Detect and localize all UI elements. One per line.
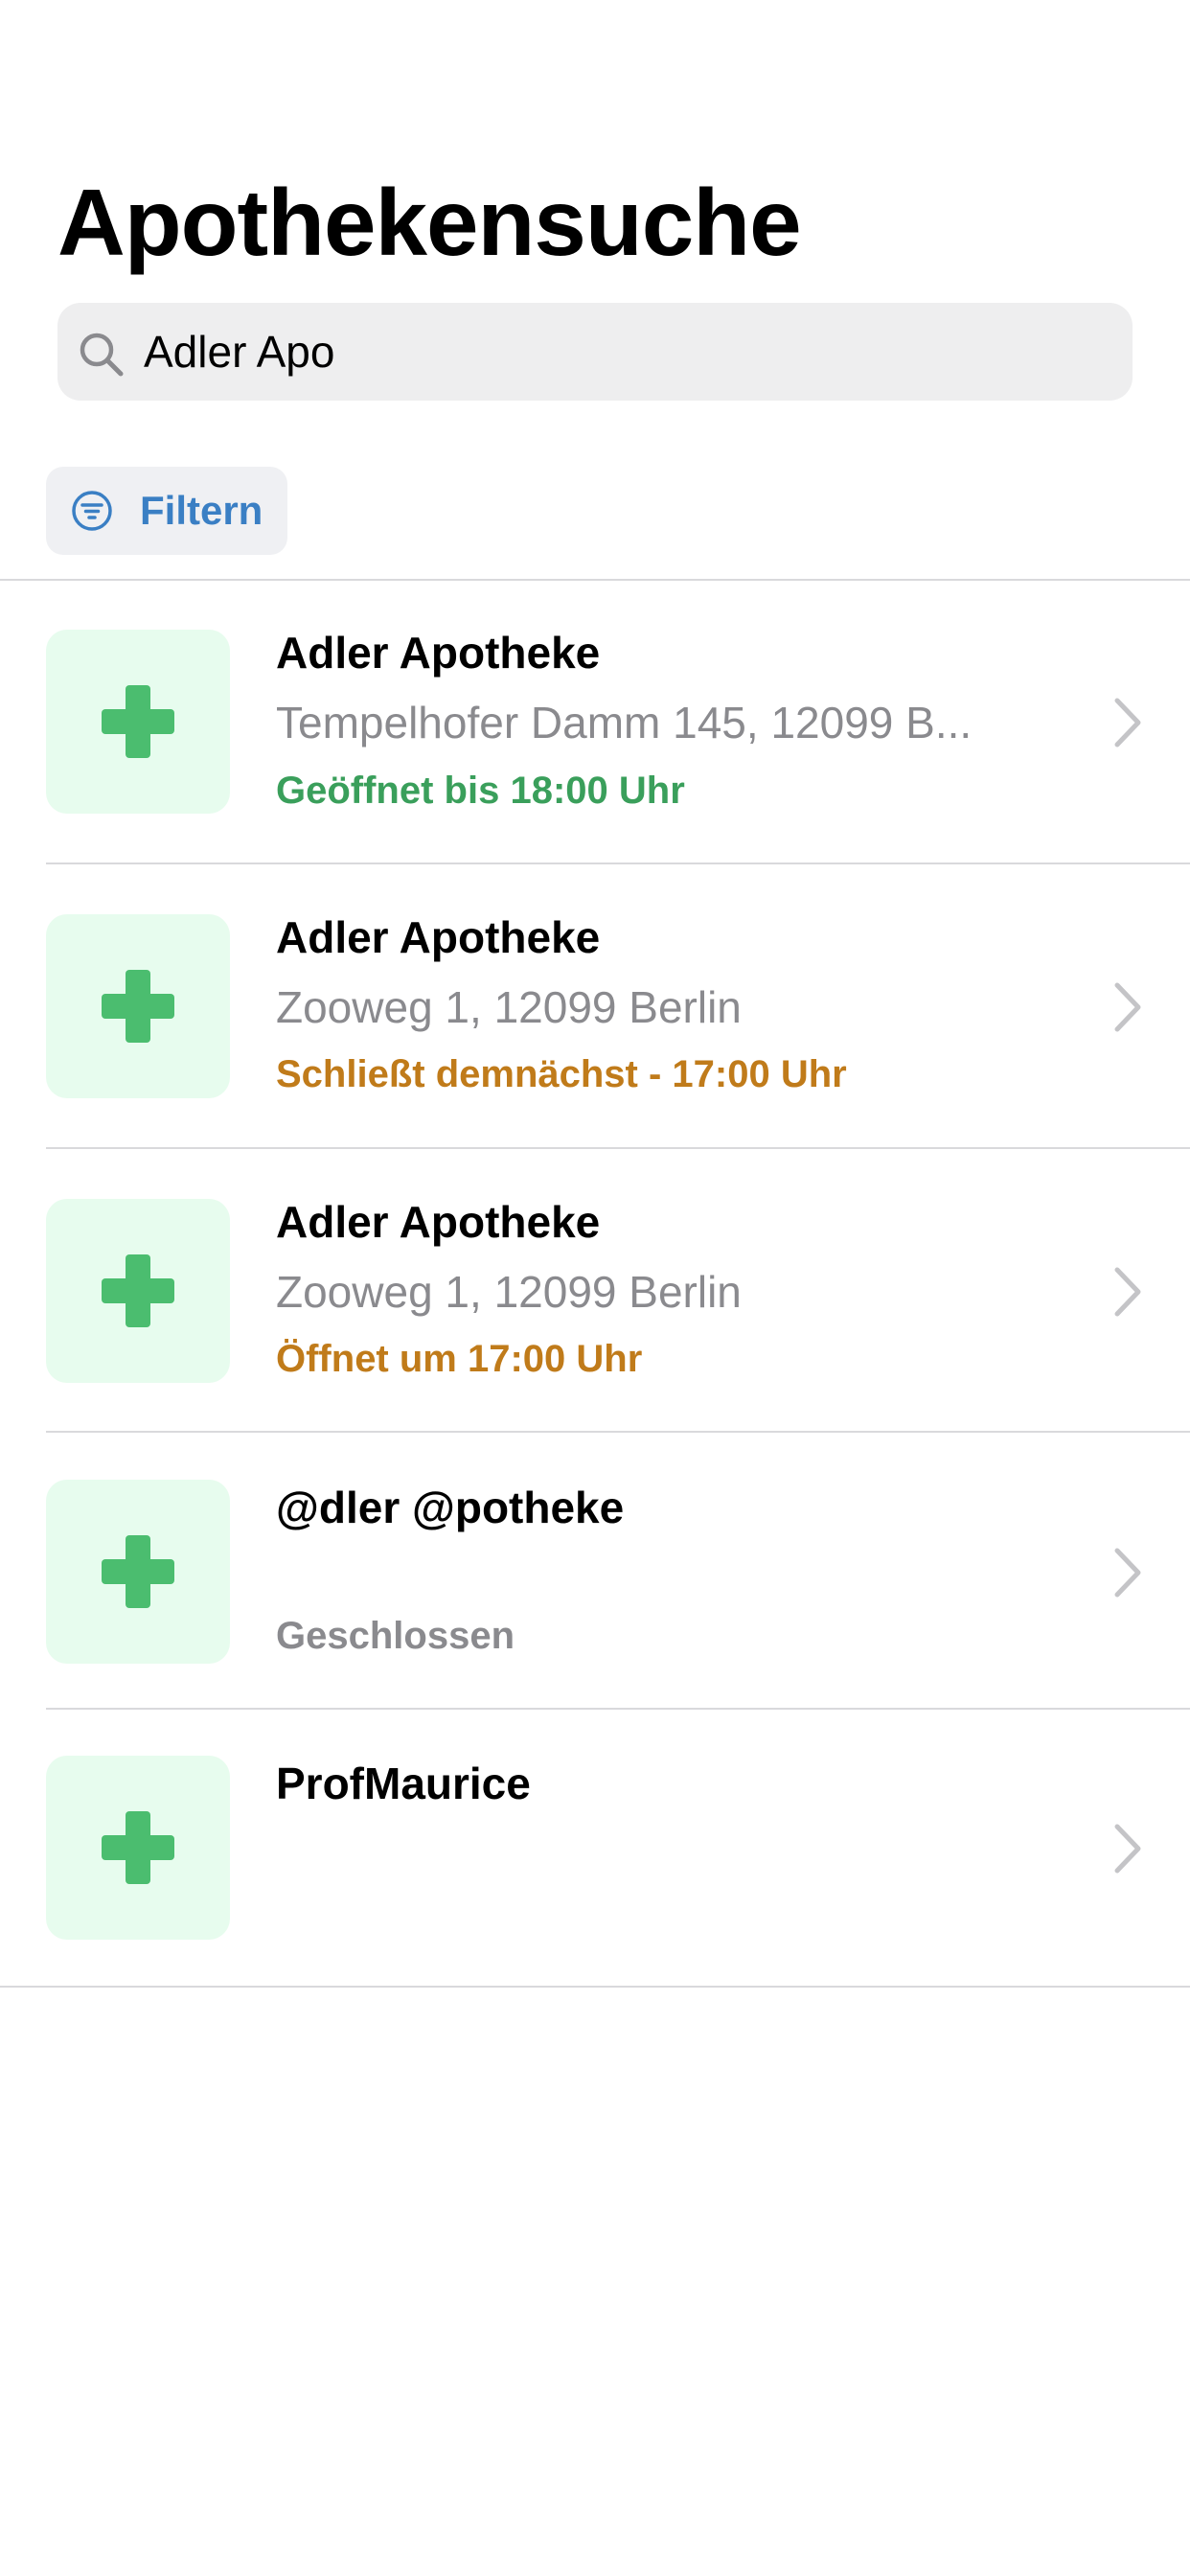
pharmacy-row[interactable]: Adler Apotheke Zooweg 1, 12099 Berlin Öf… <box>0 1149 1190 1433</box>
pharmacy-thumbnail <box>46 1480 230 1664</box>
pharmacy-thumbnail <box>46 1199 230 1383</box>
pharmacy-row[interactable]: ProfMaurice <box>0 1710 1190 1988</box>
pharmacy-row[interactable]: Adler Apotheke Zooweg 1, 12099 Berlin Sc… <box>0 864 1190 1149</box>
pharmacy-name: Adler Apotheke <box>276 912 601 962</box>
pharmacy-row[interactable]: @dler @potheke Geschlossen <box>0 1433 1190 1710</box>
pharmacy-name: Adler Apotheke <box>276 1197 601 1247</box>
pharmacy-cross-icon <box>102 1811 174 1884</box>
filter-icon <box>72 491 112 531</box>
row-divider <box>0 1986 1190 1988</box>
pharmacy-thumbnail <box>46 630 230 814</box>
pharmacy-status: Geschlossen <box>276 1615 515 1657</box>
pharmacy-address: Tempelhofer Damm 145, 12099 B... <box>276 698 973 748</box>
search-input[interactable] <box>144 303 1102 401</box>
pharmacy-cross-icon <box>102 970 174 1043</box>
pharmacy-status: Schließt demnächst - 17:00 Uhr <box>276 1053 847 1095</box>
pharmacy-cross-icon <box>102 685 174 758</box>
filter-label: Filtern <box>140 488 263 533</box>
pharmacy-thumbnail <box>46 1756 230 1940</box>
pharmacy-row[interactable]: Adler Apotheke Tempelhofer Damm 145, 120… <box>0 581 1190 864</box>
pharmacy-thumbnail <box>46 914 230 1098</box>
pharmacy-address: Zooweg 1, 12099 Berlin <box>276 1267 742 1317</box>
chevron-right-icon <box>1114 1824 1141 1874</box>
pharmacy-address: Zooweg 1, 12099 Berlin <box>276 982 742 1032</box>
chevron-right-icon <box>1114 982 1141 1032</box>
search-icon <box>80 333 124 377</box>
filter-button[interactable]: Filtern <box>46 467 287 555</box>
search-bar[interactable] <box>57 303 1133 401</box>
page-title: Apothekensuche <box>57 170 802 275</box>
pharmacy-status: Geöffnet bis 18:00 Uhr <box>276 770 685 812</box>
chevron-right-icon <box>1114 698 1141 748</box>
pharmacy-cross-icon <box>102 1535 174 1608</box>
pharmacy-name: ProfMaurice <box>276 1759 531 1808</box>
pharmacy-name: Adler Apotheke <box>276 628 601 678</box>
pharmacy-name: @dler @potheke <box>276 1483 625 1532</box>
chevron-right-icon <box>1114 1548 1141 1598</box>
pharmacy-status: Öffnet um 17:00 Uhr <box>276 1338 643 1380</box>
pharmacy-cross-icon <box>102 1254 174 1327</box>
chevron-right-icon <box>1114 1267 1141 1317</box>
